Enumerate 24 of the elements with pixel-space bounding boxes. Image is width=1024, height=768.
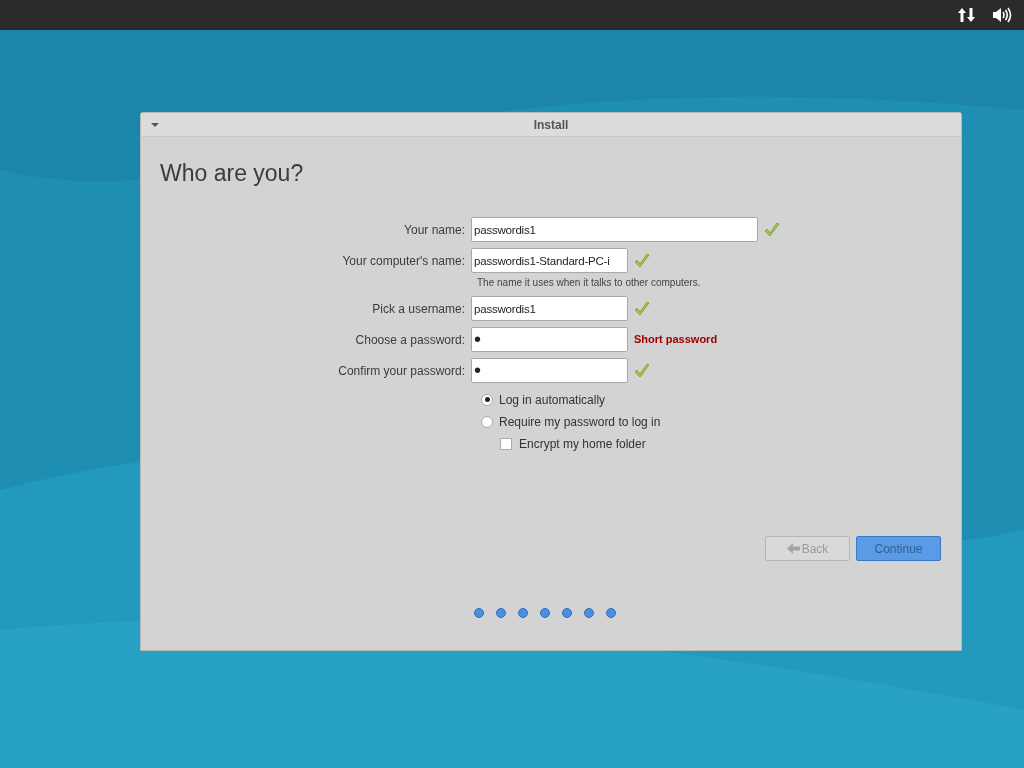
text-field[interactable]: passwordis1	[471, 217, 758, 242]
error-message: Short password	[634, 332, 718, 348]
radio-button[interactable]	[481, 415, 493, 428]
text-field[interactable]: passwordis1	[471, 296, 628, 321]
radio-label[interactable]: Log in automatically	[499, 390, 606, 409]
back-arrow-icon	[786, 543, 800, 554]
menu-caret-icon[interactable]	[151, 123, 159, 127]
radio-label[interactable]: Require my password to log in	[499, 412, 661, 431]
field-label: Choose a password:	[354, 331, 466, 349]
volume-icon[interactable]	[992, 7, 1012, 23]
text-field[interactable]: •	[471, 358, 628, 383]
text-field[interactable]: •	[471, 327, 628, 352]
network-icon[interactable]	[958, 7, 976, 23]
field-label: Your computer's name:	[341, 252, 466, 270]
hint-text: The name it uses when it talks to other computers.	[477, 275, 702, 290]
page-heading: Who are you?	[160, 159, 305, 188]
radio-button[interactable]	[481, 393, 493, 406]
field-label: Your name:	[403, 221, 466, 239]
field-label: Pick a username:	[371, 300, 466, 318]
field-label: Confirm your password:	[337, 362, 466, 380]
text-field[interactable]: passwordis1-Standard-PC-i	[471, 248, 628, 273]
checkbox[interactable]	[500, 437, 512, 450]
window-title: Install	[533, 116, 569, 134]
checkbox-label[interactable]: Encrypt my home folder	[519, 434, 646, 453]
